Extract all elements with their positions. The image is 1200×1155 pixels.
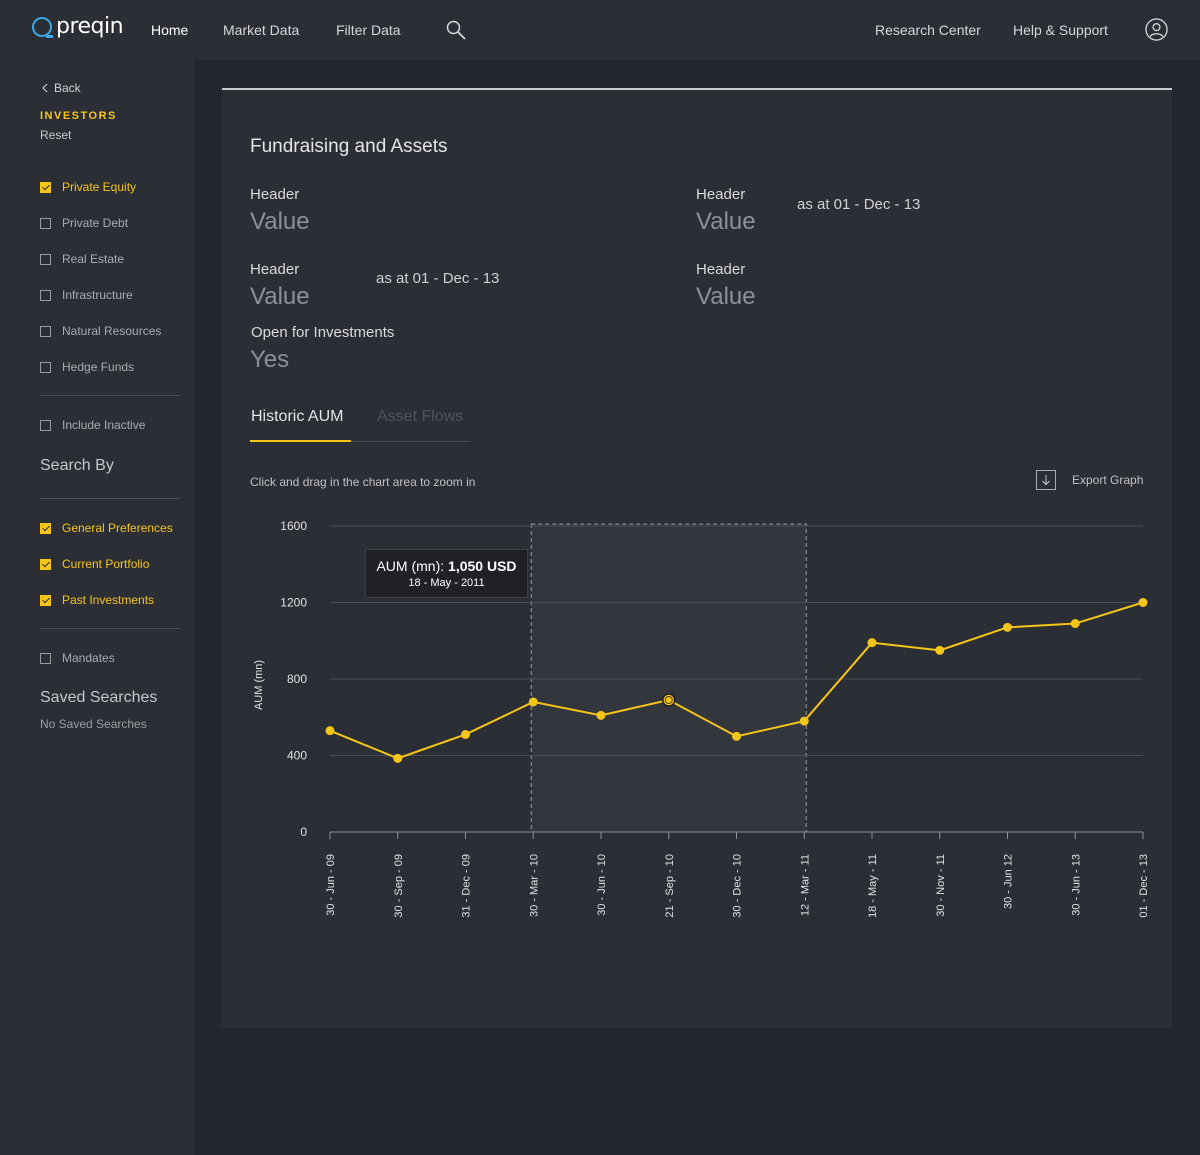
historic-aum-chart[interactable]: 0 400 800 1200 1600 30 - Jun - 09 30 - Sep - 0… [0, 0, 1200, 1155]
y-tick-label: 1200 [280, 596, 307, 610]
y-tick-label: 400 [287, 749, 307, 763]
x-tick-label: 30 - Nov - 11 [935, 854, 947, 917]
x-tick-label: 01 - Dec - 13 [1138, 854, 1150, 918]
tooltip-prefix: AUM (mn): [376, 558, 445, 574]
data-point [393, 753, 403, 763]
x-tick-label: 31 - Dec - 09 [461, 854, 473, 918]
x-tick-label: 30 - Jun - 09 [325, 854, 337, 916]
x-tick-label: 30 - Jun - 13 [1070, 854, 1082, 916]
x-tick-label: 30 - Dec - 10 [732, 854, 744, 918]
data-point [596, 710, 606, 720]
chart-tooltip: AUM (mn): 1,050 USD 18 - May - 2011 [365, 549, 528, 598]
data-point [935, 645, 945, 655]
y-tick-label: 1600 [280, 519, 307, 533]
data-point [1138, 598, 1148, 607]
y-tick-label: 0 [300, 825, 307, 839]
tooltip-value: 1,050 USD [448, 558, 517, 574]
data-point [325, 726, 335, 736]
data-point [528, 697, 538, 707]
x-tick-label: 30 - Jun 12 [1003, 854, 1015, 909]
zoom-selection-box [530, 523, 807, 833]
x-tick-label: 30 - Mar - 10 [528, 854, 540, 917]
y-tick-label: 800 [287, 672, 307, 686]
data-point [867, 638, 877, 648]
data-point [732, 731, 741, 741]
data-point [799, 716, 809, 726]
x-tick-label: 30 - Jun - 10 [596, 854, 608, 916]
highlighted-data-point-core [664, 696, 673, 704]
y-axis-label: AUM (mn) [253, 660, 265, 710]
x-tick-label: 30 - Sep - 09 [393, 854, 405, 918]
data-point [461, 729, 470, 739]
x-tick-label: 21 - Sep - 10 [664, 854, 676, 918]
tooltip-date: 18 - May - 2011 [408, 577, 485, 589]
data-point [1003, 622, 1012, 632]
x-tick-label: 12 - Mar - 11 [799, 854, 811, 916]
x-tick-label: 18 - May - 11 [867, 854, 879, 918]
data-point [1070, 619, 1080, 629]
